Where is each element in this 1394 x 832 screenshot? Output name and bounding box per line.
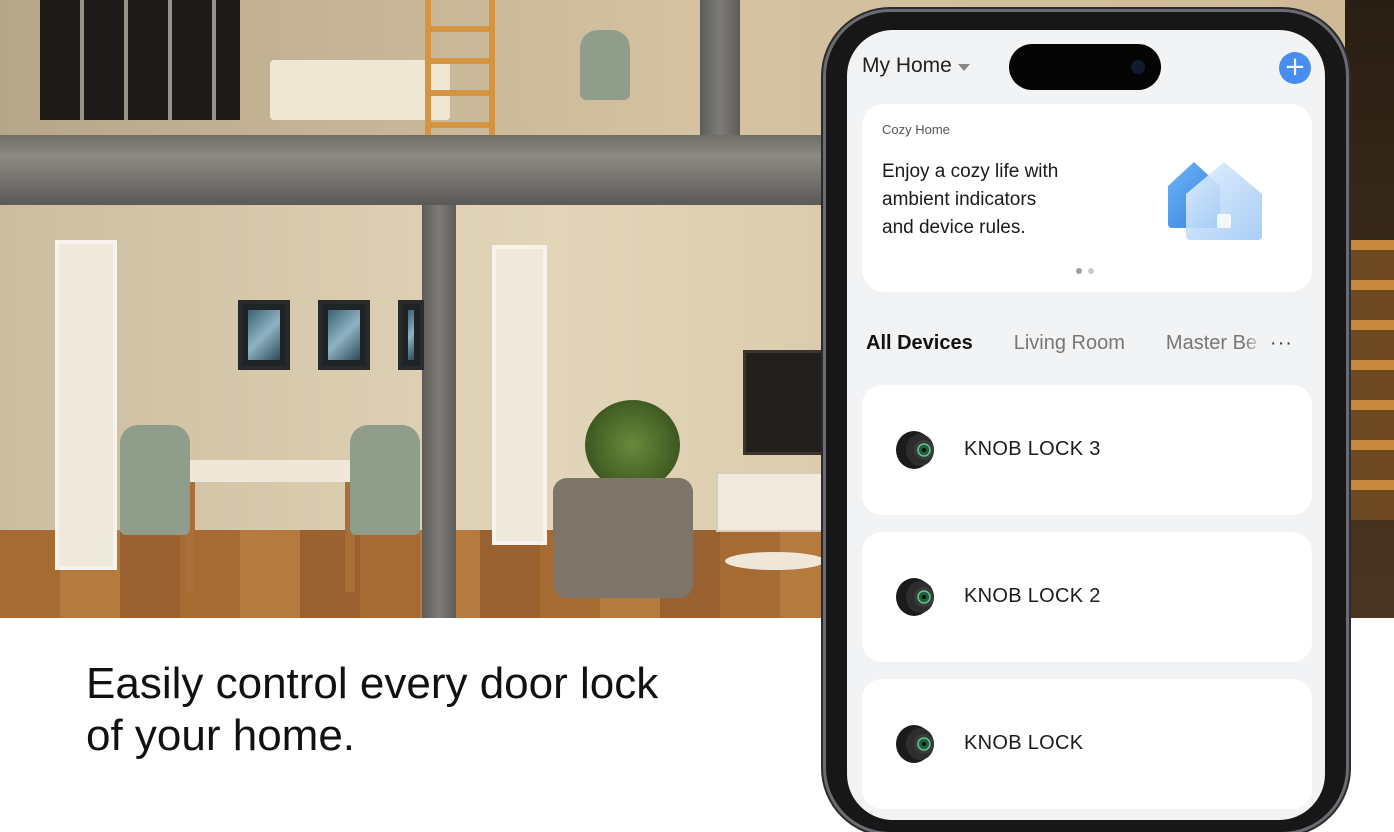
- carousel-dots: [1076, 268, 1094, 274]
- caret-down-icon: [957, 63, 970, 71]
- armchair: [553, 478, 693, 598]
- staircase: [1345, 240, 1394, 520]
- plus-icon: +: [1284, 52, 1306, 82]
- carousel-dot[interactable]: [1088, 268, 1094, 274]
- carousel-dot[interactable]: [1076, 268, 1082, 274]
- banner-line: and device rules.: [882, 217, 1026, 238]
- television: [743, 350, 833, 455]
- device-name: KNOB LOCK: [964, 732, 1084, 754]
- more-icon[interactable]: ···: [1270, 332, 1293, 355]
- tv-cabinet: [716, 472, 836, 532]
- tab-all-devices[interactable]: All Devices: [866, 332, 973, 355]
- knob-lock-icon: [896, 725, 934, 763]
- home-selector-label: My Home: [862, 54, 952, 77]
- cozy-home-banner[interactable]: Cozy Home Enjoy a cozy life with ambient…: [862, 104, 1312, 292]
- center-pillar: [422, 205, 456, 618]
- home-selector[interactable]: My Home: [862, 54, 970, 78]
- middle-door: [492, 245, 547, 545]
- headline-line-2: of your home.: [86, 711, 356, 760]
- banner-line: Enjoy a cozy life with: [882, 161, 1059, 182]
- headline-line-1: Easily control every door lock: [86, 659, 659, 708]
- knob-lock-icon: [896, 431, 934, 469]
- banner-title: Cozy Home: [882, 122, 950, 137]
- bunk-bed: [270, 60, 450, 120]
- wall-frame-1: [238, 300, 290, 370]
- device-card[interactable]: KNOB LOCK 2: [862, 532, 1312, 662]
- device-card[interactable]: KNOB LOCK: [862, 679, 1312, 809]
- app-screen: My Home + Cozy Home Enjoy a cozy life wi…: [847, 30, 1325, 820]
- banner-text: Enjoy a cozy life with ambient indicator…: [882, 158, 1122, 242]
- dining-chair-right: [350, 425, 420, 535]
- upper-window: [40, 0, 240, 120]
- wall-frame-2: [318, 300, 370, 370]
- device-card[interactable]: KNOB LOCK 3: [862, 385, 1312, 515]
- add-button[interactable]: +: [1279, 52, 1311, 84]
- tab-living-room[interactable]: Living Room: [1014, 332, 1125, 355]
- dining-chair-left: [120, 425, 190, 535]
- bed-ladder: [425, 0, 495, 135]
- headline: Easily control every door lock of your h…: [86, 658, 786, 762]
- device-name: KNOB LOCK 3: [964, 438, 1101, 460]
- left-door: [55, 240, 117, 570]
- dynamic-island: [1009, 44, 1161, 90]
- device-name: KNOB LOCK 2: [964, 585, 1101, 607]
- tab-master-bedroom[interactable]: Master Be: [1166, 332, 1264, 355]
- upper-pillar: [700, 0, 740, 135]
- wall-frame-3: [398, 300, 424, 370]
- potted-plant: [585, 400, 680, 490]
- house-icon: [1168, 162, 1262, 240]
- room-tabs: All Devices Living Room Master Be ···: [866, 326, 1325, 360]
- knob-lock-icon: [896, 578, 934, 616]
- banner-line: ambient indicators: [882, 189, 1037, 210]
- phone-frame: My Home + Cozy Home Enjoy a cozy life wi…: [826, 12, 1346, 832]
- upper-chair: [580, 30, 630, 100]
- coffee-table: [725, 552, 825, 570]
